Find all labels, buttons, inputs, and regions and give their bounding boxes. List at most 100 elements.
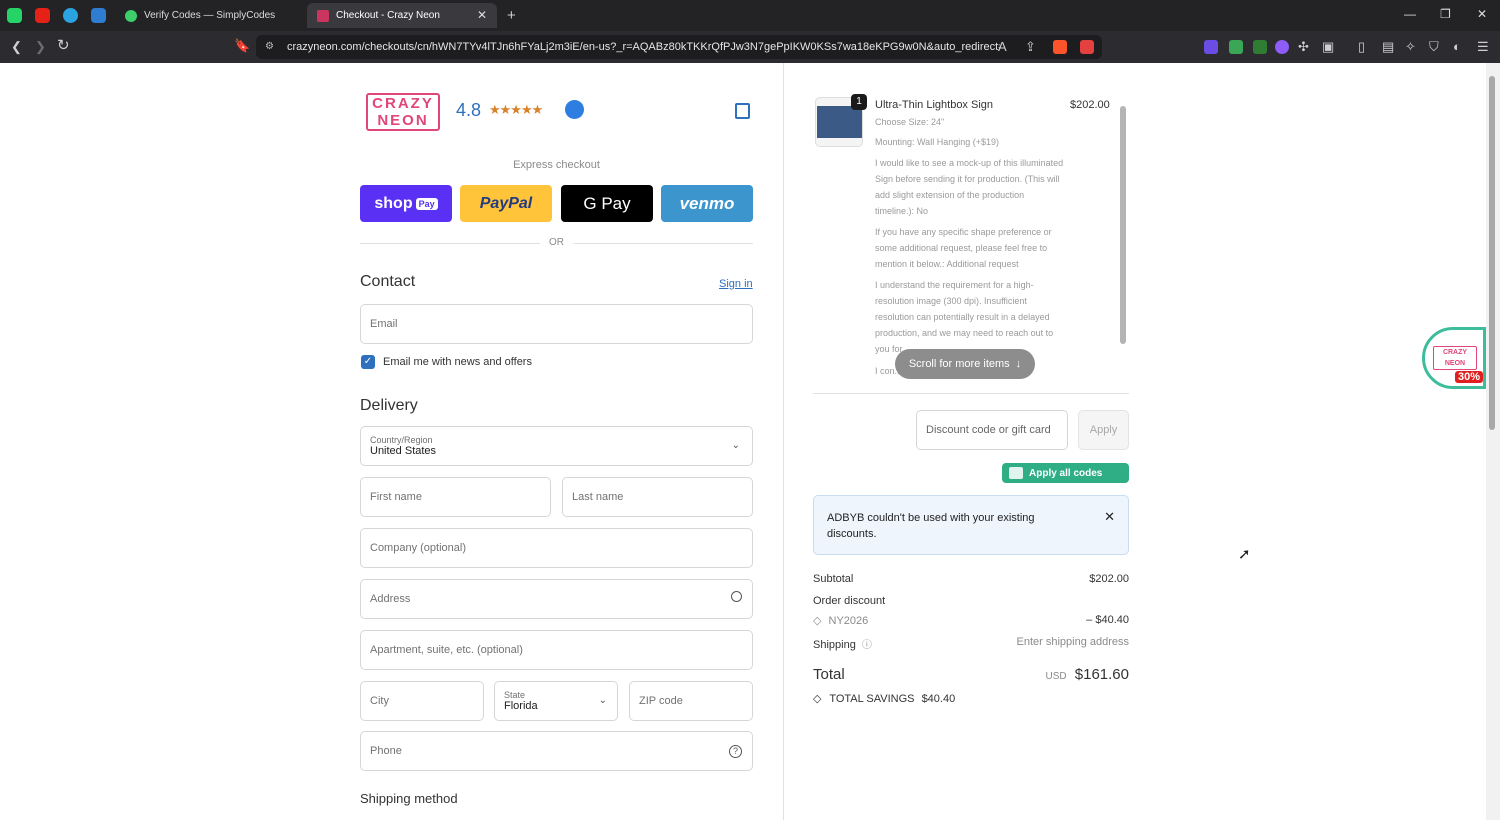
product-price: $202.00 [1070,99,1110,111]
tab-title: Verify Codes — SimplyCodes [144,10,276,21]
phone-field[interactable]: Phone ? [360,731,753,771]
first-name-field[interactable]: First name [360,477,551,517]
rating-stars: ★★★★★ [489,102,543,117]
promo-logo: CRAZY NEON [1433,346,1477,370]
site-settings-icon[interactable]: ⚙ [265,35,274,59]
verified-badge-icon [565,100,584,119]
new-tab-icon[interactable]: + [507,7,516,24]
chevron-down-icon: ⌄ [731,440,740,451]
product-option: If you have any specific shape preferenc… [875,227,1052,269]
wallet-icon[interactable]: ▤ [1382,40,1394,54]
items-scrollbar-thumb[interactable] [1120,106,1126,344]
address-field[interactable]: Address [360,579,753,619]
column-divider [783,63,784,820]
close-window-icon[interactable]: ✕ [1477,7,1487,21]
venmo-button[interactable]: venmo [661,185,753,222]
extensions-puzzle-icon[interactable]: ✣ [1298,40,1309,54]
url-text: crazyneon.com/checkouts/cn/hWN7TYv4lTJn6… [287,41,1017,53]
tab-simplycodes[interactable]: Verify Codes — SimplyCodes [115,3,300,28]
product-image [817,106,862,138]
sidebar-icon[interactable]: ▯ [1358,40,1365,54]
total-amount: $161.60 [1074,666,1129,683]
email-field[interactable]: Email [360,304,753,344]
chevron-down-icon: ⌄ [598,695,607,706]
shop-pay-button[interactable]: shop Pay [360,185,452,222]
youtube-icon[interactable] [35,8,50,23]
menu-icon[interactable]: ☰ [1477,40,1489,54]
product-option: Choose Size: 24" [875,117,945,127]
search-icon [731,591,742,602]
divider-line [360,243,540,244]
discount-code-row: ◇ NY2026 – $40.40 [813,614,1129,627]
or-separator: OR [549,237,564,248]
close-icon[interactable]: ✕ [477,8,487,22]
back-icon[interactable]: ❮ [11,40,22,54]
whatsapp-icon[interactable] [7,8,22,23]
vpn-shield-icon[interactable]: ⛉ [1429,40,1439,54]
total-savings-row: ◇ TOTAL SAVINGS $40.40 [813,693,956,705]
bookmark-icon[interactable]: 🔖 [234,39,250,53]
news-checkbox[interactable]: ✓ [361,355,375,369]
minimize-icon[interactable]: — [1404,7,1416,21]
share-icon[interactable]: ⇪ [1025,40,1036,54]
order-discount-row: Order discount [813,595,886,607]
profile-icon[interactable]: ◐ [1453,40,1461,54]
screenshot-icon[interactable]: ▣ [1322,40,1334,54]
crazyneon-favicon-icon [317,9,329,22]
restore-icon[interactable]: ❐ [1440,7,1451,21]
help-icon[interactable]: ? [729,745,742,758]
promo-badge[interactable]: CRAZY NEON 30% [1422,327,1486,389]
brave-rewards-icon[interactable] [1080,40,1094,54]
sign-in-link[interactable]: Sign in [719,278,753,290]
extension-a-icon[interactable] [1204,40,1218,54]
shipping-row: Shipping ⓘ Enter shipping address [813,636,1129,651]
country-select[interactable]: Country/Region United States ⌄ [360,426,753,466]
tag-icon: ◇ [813,615,822,627]
google-pay-button[interactable]: G Pay [561,185,653,222]
translate-icon[interactable]: A [998,40,1007,54]
crazyneon-logo[interactable]: CRAZY NEON [366,93,440,131]
notice-text: ADBYB couldn't be used with your existin… [827,512,1035,540]
mouse-cursor-icon: ➚ [1238,546,1251,563]
promo-discount: 30% [1455,371,1484,383]
state-select[interactable]: State Florida ⌄ [494,681,618,721]
cart-bag-icon[interactable] [735,103,750,119]
paypal-button[interactable]: PayPal [460,185,552,222]
news-checkbox-label: Email me with news and offers [383,356,532,368]
download-app-icon[interactable] [91,8,106,23]
extension-purple-icon[interactable] [1275,40,1289,54]
coupon-icon [1009,467,1023,479]
forward-icon[interactable]: ❯ [35,40,46,54]
discount-error-notice: ADBYB couldn't be used with your existin… [813,495,1129,555]
contact-heading: Contact [360,273,416,290]
rating-value: 4.8 [456,100,482,120]
apply-button[interactable]: Apply [1078,410,1129,450]
scroll-more-items-button[interactable]: Scroll for more items ↓ [895,349,1035,379]
close-icon[interactable]: ✕ [1104,509,1115,525]
zip-field[interactable]: ZIP code [629,681,753,721]
shipping-method-heading: Shipping method [360,791,458,806]
discount-code-field[interactable]: Discount code or gift card [916,410,1068,450]
apartment-field[interactable]: Apartment, suite, etc. (optional) [360,630,753,670]
extension-us-icon[interactable] [1229,40,1243,54]
product-name: Ultra-Thin Lightbox Sign [875,99,994,111]
brave-shield-icon[interactable] [1053,40,1067,54]
tab-checkout[interactable]: Checkout - Crazy Neon ✕ [307,3,497,28]
leo-ai-icon[interactable]: ✧ [1405,40,1416,54]
product-option: I would like to see a mock-up of this il… [875,158,1064,216]
items-scrollbar[interactable] [1119,96,1127,388]
reload-icon[interactable]: ↻ [57,38,70,53]
tab-title: Checkout - Crazy Neon [336,10,440,21]
last-name-field[interactable]: Last name [562,477,753,517]
company-field[interactable]: Company (optional) [360,528,753,568]
check-circle-icon [125,9,137,22]
help-icon[interactable]: ⓘ [862,640,872,651]
apply-all-codes-button[interactable]: Apply all codes [1002,463,1129,483]
arrow-down-icon: ↓ [1015,358,1022,370]
product-option: Mounting: Wall Hanging (+$19) [875,137,999,147]
city-field[interactable]: City [360,681,484,721]
extension-green-icon[interactable] [1253,40,1267,54]
address-bar[interactable]: ⚙ crazyneon.com/checkouts/cn/hWN7TYv4lTJ… [256,35,1102,59]
page-scrollbar-thumb[interactable] [1489,76,1495,430]
telegram-icon[interactable] [63,8,78,23]
